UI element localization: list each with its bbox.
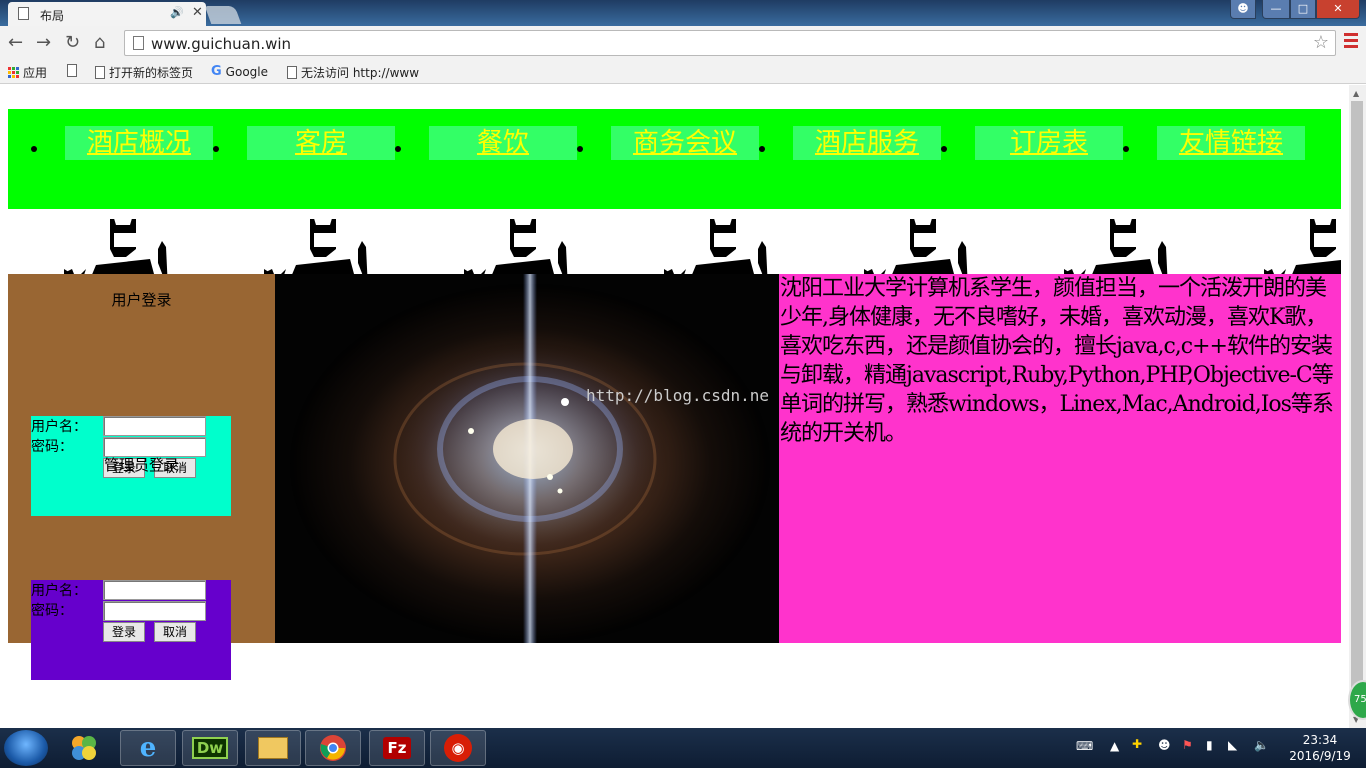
close-window-button[interactable]: ✕: [1316, 0, 1360, 19]
bullet-icon: [577, 146, 583, 152]
page-icon: [133, 36, 144, 50]
nav-item: 友情链接: [1123, 126, 1305, 160]
page-icon: [18, 7, 29, 20]
signal-icon[interactable]: ◣: [1228, 738, 1237, 752]
nav-link[interactable]: 商务会议: [611, 126, 759, 160]
bookmark-label: 无法访问 http://www: [301, 66, 420, 80]
page-icon: [287, 66, 297, 79]
admin-login-form: 用户名： 密码： 登录 取消: [31, 580, 231, 680]
page-icon: [95, 66, 105, 79]
network-blocked-icon[interactable]: ⚑: [1182, 738, 1193, 752]
browser-title-bar: 布局 🔊 ✕ ☻ — □ ✕: [0, 0, 1366, 26]
bullet-icon: [213, 146, 219, 152]
clock[interactable]: 23:34 2016/9/19: [1282, 732, 1358, 764]
bookmark-star-icon[interactable]: ☆: [1313, 32, 1329, 53]
home-icon[interactable]: ⌂: [94, 32, 105, 53]
keyboard-icon[interactable]: ⌨: [1076, 739, 1093, 753]
page-icon: [67, 64, 77, 77]
nav-link[interactable]: 订房表: [975, 126, 1123, 160]
scroll-up-icon[interactable]: ▲: [1353, 89, 1359, 98]
bullet-icon: [941, 146, 947, 152]
page-scrollbar[interactable]: ▲ ▼: [1349, 85, 1366, 728]
bookmark-blank[interactable]: [67, 64, 77, 77]
admin-password-input[interactable]: [103, 601, 206, 621]
apps-icon: [8, 67, 19, 78]
user-username-input[interactable]: [103, 416, 206, 436]
nebula-image: [275, 274, 779, 643]
bookmark-apps[interactable]: 应用: [8, 64, 47, 81]
nav-link[interactable]: 酒店概况: [65, 126, 213, 160]
login-sidebar: 用户登录 用户名： 密码： 登录 取消 管理员登录 用户名： 密码： 登录 取消: [8, 274, 275, 680]
nav-link[interactable]: 客房: [247, 126, 395, 160]
bookmark-google[interactable]: G Google: [211, 64, 268, 79]
nebula-graphic: [275, 274, 779, 643]
nav-link[interactable]: 友情链接: [1157, 126, 1305, 160]
volume-icon[interactable]: 🔈: [1254, 738, 1269, 752]
admin-username-input[interactable]: [103, 580, 206, 600]
forward-icon[interactable]: →: [36, 32, 51, 53]
nav-item: 订房表: [941, 126, 1123, 160]
bookmark-unreachable[interactable]: 无法访问 http://www: [287, 64, 419, 81]
username-label: 用户名：: [31, 583, 87, 599]
windows-taskbar: e Dw Fz ◉ ⌨ ▲ ✚ ☻ ⚑ ▮ ◣ 🔈 23:34 2016/9/1…: [0, 728, 1366, 768]
address-bar[interactable]: www.guichuan.win ☆: [124, 30, 1336, 56]
menu-icon[interactable]: [1344, 33, 1358, 51]
nav-item: 商务会议: [577, 126, 759, 160]
user-status-icon[interactable]: ☻: [1158, 738, 1171, 752]
new-tab-button[interactable]: [204, 6, 242, 24]
minimize-button[interactable]: —: [1262, 0, 1290, 19]
reload-icon[interactable]: ↻: [65, 32, 80, 53]
bookmarks-bar: 应用 打开新的标签页 G Google 无法访问 http://www: [0, 60, 1366, 84]
system-tray: ⌨ ▲ ✚ ☻ ⚑ ▮ ◣ 🔈: [1070, 736, 1280, 760]
close-tab-icon[interactable]: ✕: [192, 5, 203, 20]
url-text[interactable]: www.guichuan.win: [151, 35, 291, 53]
back-icon[interactable]: ←: [8, 32, 23, 53]
dreamweaver-icon[interactable]: Dw: [182, 730, 238, 766]
user-profile-icon[interactable]: ☻: [1230, 0, 1256, 19]
username-label: 用户名：: [31, 419, 87, 435]
show-hidden-icons[interactable]: ▲: [1110, 739, 1119, 753]
browser-tab[interactable]: 布局 🔊 ✕: [8, 2, 206, 26]
netease-music-icon[interactable]: ◉: [430, 730, 486, 766]
admin-login-button[interactable]: 登录: [103, 622, 145, 642]
battery-icon[interactable]: ▮: [1206, 738, 1213, 752]
admin-cancel-button[interactable]: 取消: [154, 622, 196, 642]
password-label: 密码：: [31, 603, 73, 619]
bullet-icon: [759, 146, 765, 152]
bullet-icon: [31, 146, 37, 152]
nav-bar: 酒店概况 客房 餐饮 商务会议 酒店服务 订房表 友情链接: [8, 109, 1341, 209]
bookmark-label: 打开新的标签页: [109, 66, 194, 80]
bio-text: 沈阳工业大学计算机系学生，颜值担当，一个活泼开朗的美少年,身体健康，无不良嗜好，…: [779, 274, 1341, 643]
ie-icon[interactable]: e: [120, 730, 176, 766]
chrome-icon[interactable]: [305, 730, 361, 766]
nav-link[interactable]: 酒店服务: [793, 126, 941, 160]
password-label: 密码：: [31, 439, 73, 455]
tab-title: 布局: [40, 9, 65, 23]
scroll-thumb[interactable]: [1351, 101, 1363, 693]
nav-item: 酒店服务: [759, 126, 941, 160]
start-button[interactable]: [4, 730, 48, 766]
clock-time: 23:34: [1302, 733, 1338, 747]
watermark-text: http://blog.csdn.ne: [586, 386, 770, 405]
clock-date: 2016/9/19: [1289, 749, 1351, 763]
google-icon: G: [211, 64, 222, 79]
bookmark-label: Google: [225, 64, 268, 79]
file-explorer-icon[interactable]: [245, 730, 301, 766]
bullet-icon: [1123, 146, 1129, 152]
security-icon[interactable]: ✚: [1132, 737, 1142, 751]
nav-item: 餐饮: [395, 126, 577, 160]
windows-logo-pinned-icon[interactable]: [56, 730, 112, 766]
nav-item: 酒店概况: [31, 126, 213, 160]
bookmark-new-tab[interactable]: 打开新的标签页: [95, 64, 193, 81]
filezilla-icon[interactable]: Fz: [369, 730, 425, 766]
speaker-icon[interactable]: 🔊: [170, 6, 184, 19]
nav-link[interactable]: 餐饮: [429, 126, 577, 160]
maximize-button[interactable]: □: [1290, 0, 1316, 19]
bullet-icon: [395, 146, 401, 152]
browser-toolbar: ← → ↻ ⌂ www.guichuan.win ☆: [0, 26, 1366, 60]
admin-login-title: 管理员登录: [103, 456, 179, 474]
nav-item: 客房: [213, 126, 395, 160]
bookmark-label: 应用: [23, 66, 48, 80]
user-login-title: 用户登录: [111, 291, 172, 309]
